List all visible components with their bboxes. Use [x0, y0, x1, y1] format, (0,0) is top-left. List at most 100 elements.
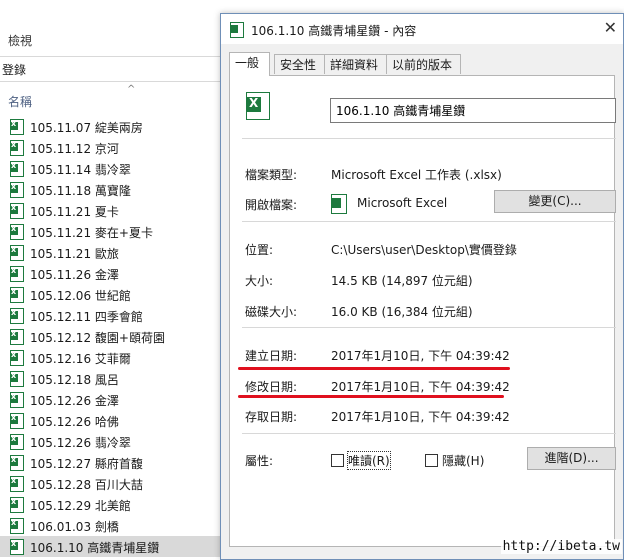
excel-file-icon: [10, 497, 24, 513]
tab-security[interactable]: 安全性: [274, 54, 325, 74]
file-name: 105.11.18 萬寶隆: [30, 184, 131, 198]
file-list-item[interactable]: 105.12.26 哈佛: [0, 410, 226, 431]
file-type-label: 檔案類型:: [245, 168, 298, 182]
accessed-value: 2017年1月10日, 下午 04:39:42: [331, 410, 510, 424]
address-bar[interactable]: 登錄: [0, 56, 224, 82]
excel-file-icon: [10, 371, 24, 387]
readonly-checkbox[interactable]: [331, 454, 344, 467]
divider: [242, 138, 616, 139]
opens-with-value: Microsoft Excel: [357, 196, 448, 210]
size-label: 大小:: [245, 274, 274, 288]
file-list-item[interactable]: 105.11.21 夏卡: [0, 200, 226, 221]
file-list-item[interactable]: 105.11.21 歐旅: [0, 242, 226, 263]
column-header-name[interactable]: 名稱: [8, 93, 32, 110]
excel-file-icon: [10, 266, 24, 282]
file-name: 105.12.27 縣府首馥: [30, 457, 143, 471]
file-list-item[interactable]: 105.11.18 萬寶隆: [0, 179, 226, 200]
excel-file-icon: [10, 140, 24, 156]
tab-general[interactable]: 一般: [229, 52, 270, 76]
excel-file-icon: [10, 476, 24, 492]
excel-app-icon: [331, 194, 347, 214]
change-button[interactable]: 變更(C)...: [494, 190, 616, 213]
hidden-checkbox[interactable]: [425, 454, 438, 467]
file-list: 105.11.07 綻美兩房 105.11.12 京河 105.11.14 翡冷翠 1…: [0, 116, 226, 557]
modified-value: 2017年1月10日, 下午 04:39:42: [331, 380, 510, 394]
attributes-label: 屬性:: [245, 454, 274, 468]
file-list-item[interactable]: 105.12.11 四季會館: [0, 305, 226, 326]
file-list-item[interactable]: 105.12.26 金澤: [0, 389, 226, 410]
file-name: 105.12.28 百川大喆: [30, 478, 143, 492]
accessed-label: 存取日期:: [245, 410, 298, 424]
file-list-item[interactable]: 105.12.16 艾菲爾: [0, 347, 226, 368]
properties-dialog: 106.1.10 高鐵青埔星鑽 - 內容 ✕ 一般 安全性 詳細資料 以前的版本…: [220, 13, 624, 560]
highlight-underline-created: [238, 367, 510, 370]
file-list-item[interactable]: 105.12.29 北美館: [0, 494, 226, 515]
opens-with-label: 開啟檔案:: [245, 198, 298, 212]
file-list-item[interactable]: 106.01.03 劍橋: [0, 515, 226, 536]
file-list-item[interactable]: 105.12.27 縣府首馥: [0, 452, 226, 473]
file-name: 105.11.21 歐旅: [30, 247, 119, 261]
created-value: 2017年1月10日, 下午 04:39:42: [331, 349, 510, 363]
file-name: 106.1.10 高鐵青埔星鑽: [30, 541, 160, 555]
readonly-label[interactable]: 唯讀(R): [347, 451, 391, 470]
file-list-item[interactable]: 105.12.28 百川大喆: [0, 473, 226, 494]
general-tab-panel: 檔案類型: Microsoft Excel 工作表 (.xlsx) 開啟檔案: …: [229, 75, 616, 547]
file-name: 106.01.03 劍橋: [30, 520, 119, 534]
excel-file-icon: [10, 329, 24, 345]
dialog-titlebar[interactable]: 106.1.10 高鐵青埔星鑽 - 內容 ✕: [221, 14, 623, 44]
advanced-button[interactable]: 進階(D)...: [527, 447, 616, 470]
excel-file-icon: [10, 413, 24, 429]
tab-details[interactable]: 詳細資料: [324, 54, 387, 74]
file-list-item[interactable]: 105.11.14 翡冷翠: [0, 158, 226, 179]
excel-file-icon: [10, 119, 24, 135]
divider: [242, 221, 616, 222]
watermark: http://ibeta.tw: [500, 539, 622, 554]
dialog-title: 106.1.10 高鐵青埔星鑽 - 內容: [251, 24, 417, 38]
sort-ascending-icon: ^: [127, 84, 136, 95]
file-list-item[interactable]: 105.11.12 京河: [0, 137, 226, 158]
file-name: 105.11.21 夏卡: [30, 205, 119, 219]
excel-file-icon: [10, 539, 24, 555]
file-list-item[interactable]: 105.11.26 金澤: [0, 263, 226, 284]
created-label: 建立日期:: [245, 349, 298, 363]
file-list-item[interactable]: 105.12.06 世紀館: [0, 284, 226, 305]
excel-file-icon: [10, 434, 24, 450]
excel-file-icon: [10, 245, 24, 261]
file-list-item[interactable]: 105.11.07 綻美兩房: [0, 116, 226, 137]
excel-file-icon: [10, 287, 24, 303]
excel-file-icon: [10, 308, 24, 324]
highlight-underline-modified: [238, 395, 504, 398]
file-list-item[interactable]: 105.12.18 風呂: [0, 368, 226, 389]
file-name: 105.12.26 哈佛: [30, 415, 119, 429]
file-name: 105.11.21 麥在+夏卡: [30, 226, 153, 240]
file-name: 105.12.11 四季會館: [30, 310, 143, 324]
file-list-item[interactable]: 105.11.21 麥在+夏卡: [0, 221, 226, 242]
excel-file-icon: [10, 518, 24, 534]
modified-label: 修改日期:: [245, 380, 298, 394]
tab-previous-versions[interactable]: 以前的版本: [386, 54, 461, 74]
hidden-label[interactable]: 隱藏(H): [442, 452, 484, 469]
file-name: 105.12.29 北美館: [30, 499, 131, 513]
file-list-item[interactable]: 105.12.12 馥園+頤荷園: [0, 326, 226, 347]
file-name: 105.12.16 艾菲爾: [30, 352, 131, 366]
excel-file-icon: [10, 392, 24, 408]
excel-file-icon: [246, 92, 270, 120]
excel-file-icon: [10, 455, 24, 471]
excel-file-icon: [10, 203, 24, 219]
excel-file-icon: [230, 22, 244, 38]
file-name: 105.12.26 翡冷翠: [30, 436, 131, 450]
file-name: 105.11.26 金澤: [30, 268, 119, 282]
file-name-input[interactable]: [330, 98, 616, 123]
close-icon[interactable]: ✕: [604, 18, 617, 37]
excel-file-icon: [10, 350, 24, 366]
file-name: 105.11.07 綻美兩房: [30, 121, 143, 135]
location-value: C:\Users\user\Desktop\實價登錄: [331, 243, 517, 257]
file-list-item[interactable]: 105.12.26 翡冷翠: [0, 431, 226, 452]
ribbon-tab-view[interactable]: 檢視: [8, 32, 32, 49]
location-label: 位置:: [245, 243, 274, 257]
file-name: 105.12.26 金澤: [30, 394, 119, 408]
size-value: 14.5 KB (14,897 位元組): [331, 274, 473, 288]
file-name: 105.11.12 京河: [30, 142, 119, 156]
file-name: 105.12.18 風呂: [30, 373, 119, 387]
file-list-item[interactable]: 106.1.10 高鐵青埔星鑽: [0, 536, 226, 557]
